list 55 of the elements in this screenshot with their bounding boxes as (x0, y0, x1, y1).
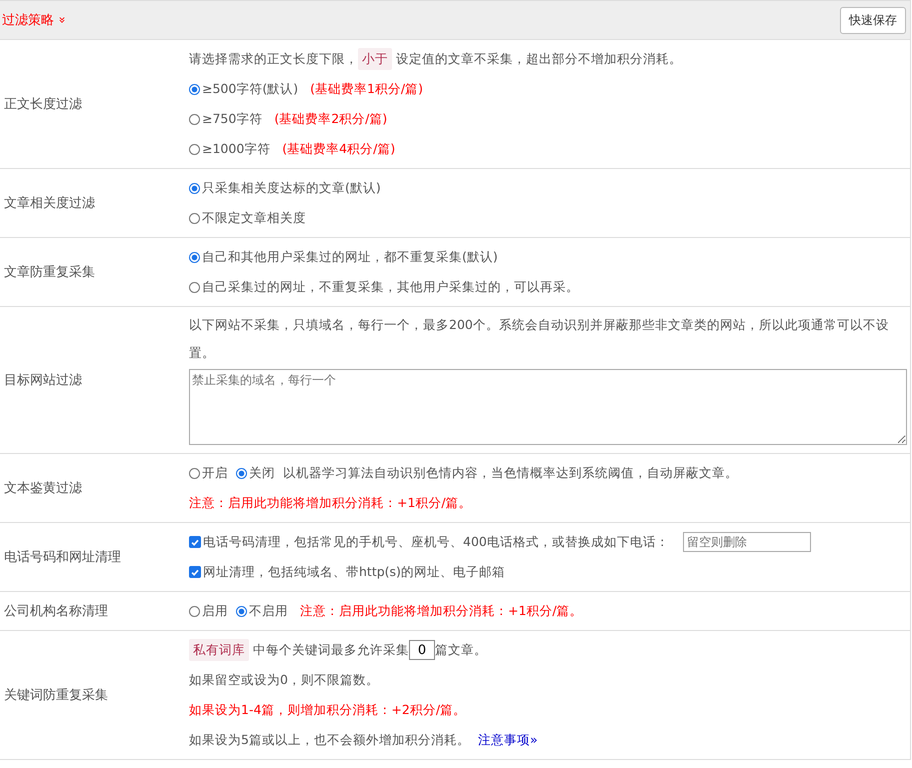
cost-note: (基础费率2积分/篇) (274, 110, 388, 128)
description-text: 以机器学习算法自动识别色情内容，当色情概率达到系统阈值，自动屏蔽文章。 (283, 464, 738, 482)
row-label: 电话号码和网址清理 (4, 549, 121, 566)
radio-label[interactable]: 开启 (202, 459, 228, 487)
checkbox-label[interactable]: 电话号码清理，包括常见的手机号、座机号、400电话格式，或替换成如下电话： (203, 528, 669, 556)
notice-link[interactable]: 注意事项» (478, 726, 538, 754)
checkbox[interactable] (189, 536, 201, 548)
description-text: 如果留空或设为0，则不限篇数。 (189, 671, 379, 689)
radio-label[interactable]: ≥750字符 (202, 105, 262, 133)
phone-input-field[interactable]: 留空则删除 (682, 532, 811, 552)
cost-note: (基础费率1积分/篇) (310, 80, 424, 98)
keyword-tag: 私有词库 (189, 639, 249, 661)
radio-button[interactable] (189, 468, 200, 478)
description-text: 中每个关键词最多允许采集 (253, 641, 409, 659)
cost-note: (基础费率4积分/篇) (282, 140, 396, 158)
checkbox[interactable] (189, 566, 201, 578)
row-label: 关键词防重复采集 (4, 687, 108, 704)
radio-button[interactable] (236, 468, 247, 478)
cost-note: 注意：启用此功能将增加积分消耗：+1积分/篇。 (300, 602, 583, 620)
radio-label[interactable]: 关闭 (249, 459, 275, 487)
checkbox-label[interactable]: 网址清理，包括纯域名、带http(s)的网址、电子邮箱 (203, 558, 505, 586)
keyword-tag: 小于 (358, 48, 392, 70)
cost-note: 如果设为1-4篇，则增加积分消耗：+2积分/篇。 (189, 701, 466, 719)
radio-label[interactable]: 自己采集过的网址，不重复采集，其他用户采集过的，可以再采。 (202, 273, 579, 301)
description-text: 篇文章。 (435, 641, 487, 659)
radio-button[interactable] (189, 114, 200, 124)
radio-button[interactable] (189, 212, 200, 224)
row-label: 正文长度过滤 (4, 96, 82, 113)
cost-note: 注意：启用此功能将增加积分消耗：+1积分/篇。 (189, 494, 472, 512)
row-label: 文本鉴黄过滤 (4, 480, 82, 497)
description-text: 如果设为5篇或以上，也不会额外增加积分消耗。 (189, 731, 470, 749)
radio-label[interactable]: 只采集相关度达标的文章(默认) (202, 174, 381, 202)
radio-button[interactable] (189, 252, 200, 262)
radio-button[interactable] (189, 182, 200, 194)
domain-textarea[interactable]: 禁止采集的域名，每行一个 (189, 369, 907, 445)
radio-label[interactable]: 自己和其他用户采集过的网址，都不重复采集(默认) (202, 243, 498, 271)
radio-label[interactable]: 启用 (202, 597, 228, 625)
radio-label[interactable]: 不启用 (249, 597, 288, 625)
radio-label[interactable]: 不限定文章相关度 (202, 204, 306, 232)
row-label: 文章相关度过滤 (4, 195, 95, 212)
description-text: 请选择需求的正文长度下限， (189, 50, 358, 68)
radio-button[interactable] (236, 606, 247, 616)
row-label: 目标网站过滤 (4, 372, 82, 389)
description-text: 设定值的文章不采集，超出部分不增加积分消耗。 (396, 50, 682, 68)
row-label: 文章防重复采集 (4, 264, 95, 281)
radio-button[interactable] (189, 84, 200, 94)
radio-label[interactable]: ≥500字符(默认) (202, 75, 298, 103)
radio-button[interactable] (189, 144, 200, 154)
radio-button[interactable] (189, 282, 200, 292)
radio-button[interactable] (189, 606, 200, 616)
count-input-field[interactable]: 0 (409, 640, 435, 660)
description-text: 以下网站不采集，只填域名，每行一个，最多200个。系统会自动识别并屏蔽那些非文章类的网站，所以此项通常可以不设置。 (189, 316, 890, 362)
row-label: 公司机构名称清理 (4, 603, 108, 620)
radio-label[interactable]: ≥1000字符 (202, 135, 270, 163)
save-button[interactable]: 快速保存 (840, 6, 906, 34)
